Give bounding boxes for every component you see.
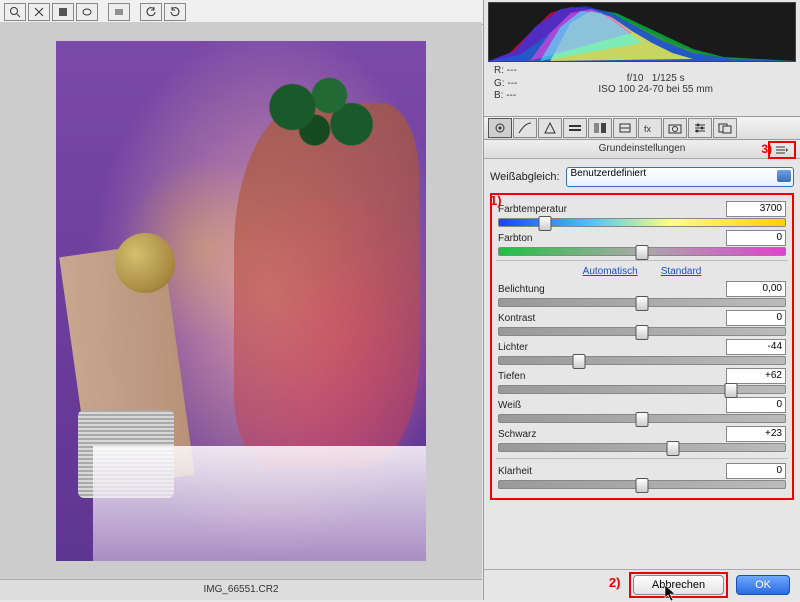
whites-slider[interactable] bbox=[498, 414, 786, 423]
tab-basic[interactable] bbox=[488, 118, 512, 138]
tab-presets[interactable] bbox=[688, 118, 712, 138]
contrast-slider[interactable] bbox=[498, 327, 786, 336]
contrast-value[interactable]: 0 bbox=[726, 310, 786, 326]
clarity-value[interactable]: 0 bbox=[726, 463, 786, 479]
clarity-slider[interactable] bbox=[498, 480, 786, 489]
tint-label: Farbton bbox=[498, 233, 532, 244]
preview-image bbox=[56, 41, 426, 561]
contrast-row: Kontrast 0 bbox=[498, 310, 786, 336]
shadows-value[interactable]: +62 bbox=[726, 368, 786, 384]
annotation-2: 2) bbox=[609, 575, 621, 590]
filename-label: IMG_66551.CR2 bbox=[0, 579, 482, 600]
rotate-ccw-button[interactable] bbox=[140, 3, 162, 21]
contrast-label: Kontrast bbox=[498, 313, 535, 324]
highlights-row: Lichter -44 bbox=[498, 339, 786, 365]
wb-label: Weißabgleich: bbox=[490, 171, 560, 183]
sliders-group: 1) Farbtemperatur 3700 Farbton 0 Automatis… bbox=[490, 193, 794, 500]
controls-area: Weißabgleich: Benutzerdefiniert 1) Farbt… bbox=[484, 159, 800, 569]
settings-panel: R: --- G: --- B: --- f/10 1/125 s ISO 10… bbox=[483, 0, 800, 600]
shadows-label: Tiefen bbox=[498, 371, 525, 382]
auto-link[interactable]: Automatisch bbox=[583, 266, 638, 277]
g-readout: G: --- bbox=[494, 78, 517, 91]
rotate-cw-button[interactable] bbox=[164, 3, 186, 21]
whites-row: Weiß 0 bbox=[498, 397, 786, 423]
tab-split[interactable] bbox=[588, 118, 612, 138]
highlights-slider[interactable] bbox=[498, 356, 786, 365]
tab-snapshots[interactable] bbox=[713, 118, 737, 138]
tab-camera[interactable] bbox=[663, 118, 687, 138]
svg-text:fx: fx bbox=[644, 124, 652, 134]
tab-curve[interactable] bbox=[513, 118, 537, 138]
temperature-value[interactable]: 3700 bbox=[726, 201, 786, 217]
section-header: Grundeinstellungen 3) bbox=[484, 140, 800, 159]
highlights-label: Lichter bbox=[498, 342, 528, 353]
blacks-slider[interactable] bbox=[498, 443, 786, 452]
r-readout: R: --- bbox=[494, 65, 517, 78]
zoom-tool-button[interactable] bbox=[4, 3, 26, 21]
tint-row: Farbton 0 bbox=[498, 230, 786, 256]
rgb-readout: R: --- G: --- B: --- bbox=[494, 65, 517, 103]
tab-lens[interactable] bbox=[613, 118, 637, 138]
panel-menu-button[interactable] bbox=[768, 141, 796, 159]
dialog-buttons: 2) Abbrechen OK bbox=[484, 569, 800, 600]
clarity-row: Klarheit 0 bbox=[498, 463, 786, 489]
eyedropper-button[interactable] bbox=[52, 3, 74, 21]
ok-button[interactable]: OK bbox=[736, 575, 790, 595]
highlights-value[interactable]: -44 bbox=[726, 339, 786, 355]
blacks-row: Schwarz +23 bbox=[498, 426, 786, 452]
blacks-label: Schwarz bbox=[498, 429, 536, 440]
blacks-value[interactable]: +23 bbox=[726, 426, 786, 442]
tab-fx[interactable]: fx bbox=[638, 118, 662, 138]
panel-tabs: fx bbox=[484, 117, 800, 140]
preset-links: Automatisch Standard bbox=[498, 265, 786, 277]
image-workspace: IMG_66551.CR2 bbox=[0, 22, 482, 600]
temperature-slider[interactable] bbox=[498, 218, 786, 227]
shadows-row: Tiefen +62 bbox=[498, 368, 786, 394]
exif-readout: f/10 1/125 s ISO 100 24-70 bei 55 mm bbox=[517, 73, 794, 95]
whites-value[interactable]: 0 bbox=[726, 397, 786, 413]
cancel-button[interactable]: Abbrechen bbox=[633, 575, 724, 595]
exposure-label: Belichtung bbox=[498, 284, 545, 295]
tab-hsl[interactable] bbox=[563, 118, 587, 138]
exposure-slider[interactable] bbox=[498, 298, 786, 307]
b-readout: B: --- bbox=[494, 90, 517, 103]
crop-button[interactable] bbox=[108, 3, 130, 21]
default-link[interactable]: Standard bbox=[661, 266, 702, 277]
whites-label: Weiß bbox=[498, 400, 521, 411]
tint-value[interactable]: 0 bbox=[726, 230, 786, 246]
shadows-slider[interactable] bbox=[498, 385, 786, 394]
tint-slider[interactable] bbox=[498, 247, 786, 256]
temperature-row: Farbtemperatur 3700 bbox=[498, 201, 786, 227]
section-title: Grundeinstellungen bbox=[599, 143, 686, 154]
exposure-value[interactable]: 0,00 bbox=[726, 281, 786, 297]
annotation-1: 1) bbox=[490, 193, 502, 208]
wb-select[interactable]: Benutzerdefiniert bbox=[566, 167, 795, 187]
temperature-label: Farbtemperatur bbox=[498, 204, 567, 215]
canvas-area[interactable] bbox=[0, 22, 482, 579]
clarity-label: Klarheit bbox=[498, 466, 532, 477]
hand-tool-button[interactable] bbox=[28, 3, 50, 21]
histogram[interactable] bbox=[488, 2, 796, 62]
exposure-row: Belichtung 0,00 bbox=[498, 281, 786, 307]
sampler-button[interactable] bbox=[76, 3, 98, 21]
histogram-section: R: --- G: --- B: --- f/10 1/125 s ISO 10… bbox=[484, 0, 800, 117]
tab-detail[interactable] bbox=[538, 118, 562, 138]
